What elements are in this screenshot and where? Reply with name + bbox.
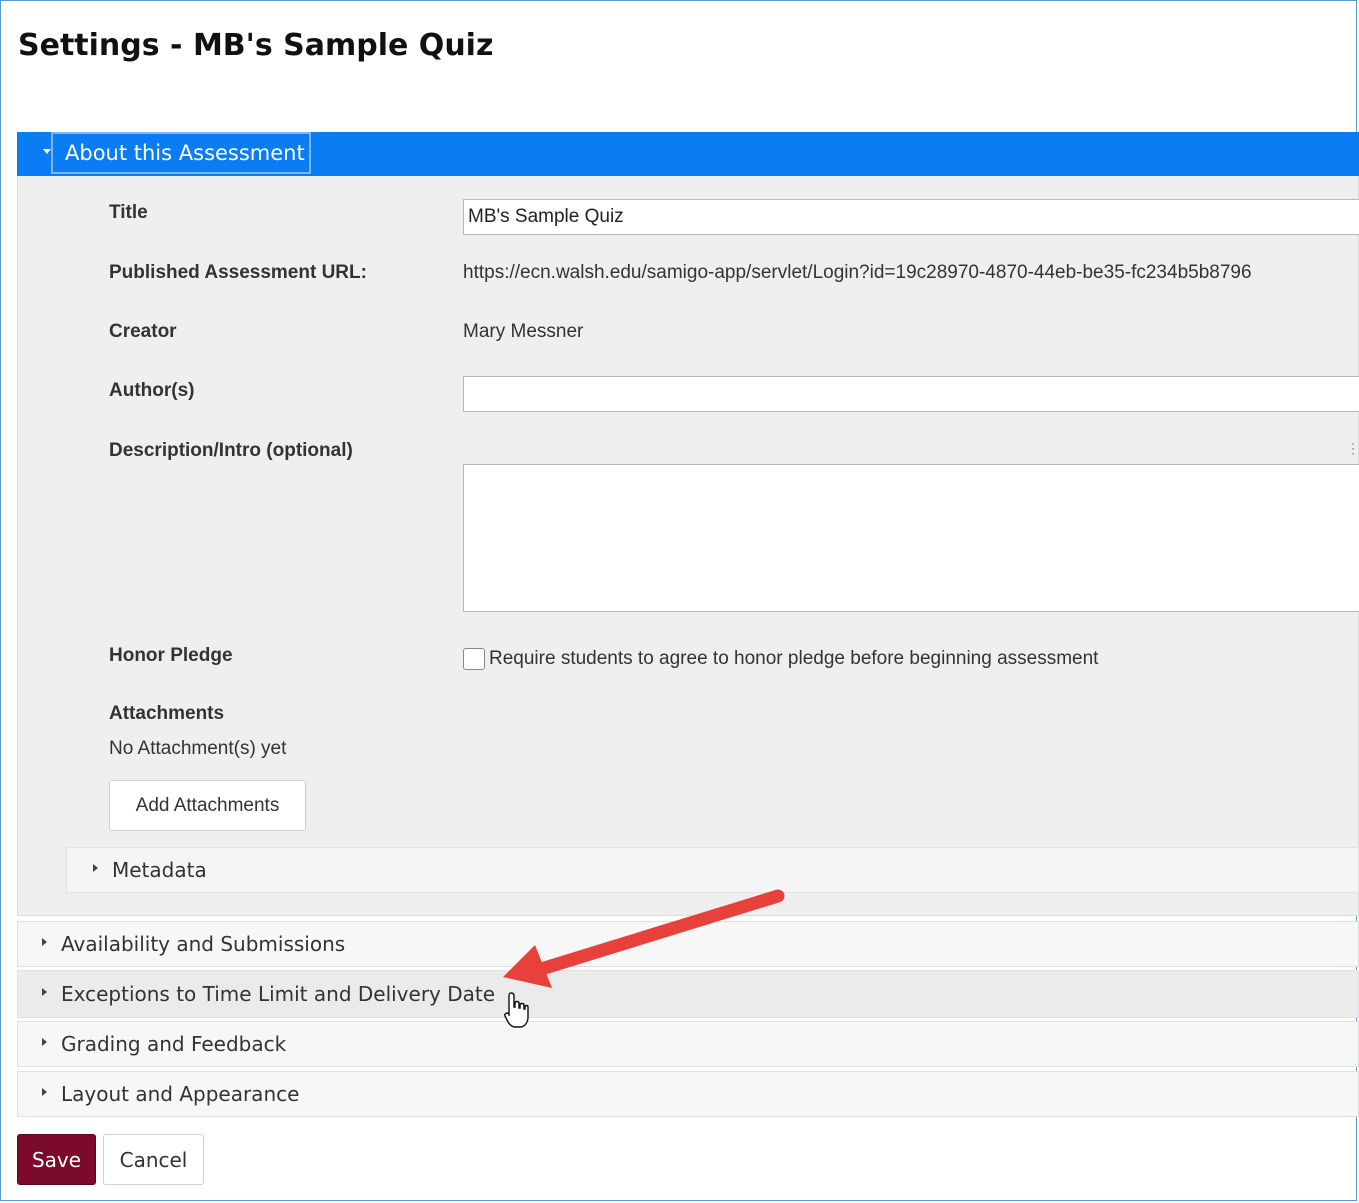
- creator-label: Creator: [109, 321, 177, 342]
- about-panel-toggle[interactable]: About this Assessment: [43, 132, 311, 174]
- metadata-toggle[interactable]: Metadata: [66, 847, 1359, 893]
- section-exceptions[interactable]: Exceptions to Time Limit and Delivery Da…: [17, 970, 1359, 1018]
- add-attachments-button[interactable]: Add Attachments: [109, 780, 306, 831]
- metadata-label: Metadata: [112, 858, 207, 882]
- save-button[interactable]: Save: [17, 1134, 96, 1185]
- creator-value: Mary Messner: [463, 321, 584, 342]
- section-layout-label: Layout and Appearance: [61, 1082, 300, 1106]
- section-availability[interactable]: Availability and Submissions: [17, 921, 1359, 967]
- authors-label: Author(s): [109, 380, 195, 401]
- honor-pledge-checkbox[interactable]: [463, 648, 485, 670]
- section-availability-label: Availability and Submissions: [61, 932, 346, 956]
- title-label: Title: [109, 202, 148, 223]
- about-panel-header: About this Assessment: [17, 132, 1359, 176]
- attachments-status: No Attachment(s) yet: [109, 738, 287, 759]
- caret-right-icon: [42, 938, 47, 946]
- description-label: Description/Intro (optional): [109, 440, 353, 461]
- caret-right-icon: [42, 988, 47, 996]
- url-value: https://ecn.walsh.edu/samigo-app/servlet…: [463, 262, 1252, 283]
- caret-right-icon: [42, 1038, 47, 1046]
- caret-down-icon: [43, 149, 51, 154]
- honor-pledge-checkbox-label[interactable]: Require students to agree to honor pledg…: [489, 648, 1098, 670]
- caret-right-icon: [42, 1088, 47, 1096]
- cancel-button[interactable]: Cancel: [103, 1134, 204, 1185]
- about-panel-title: About this Assessment: [65, 141, 305, 165]
- attachments-label: Attachments: [109, 703, 225, 724]
- honor-pledge-label: Honor Pledge: [109, 645, 233, 666]
- authors-input[interactable]: [463, 376, 1359, 412]
- section-layout[interactable]: Layout and Appearance: [17, 1071, 1359, 1117]
- section-grading-label: Grading and Feedback: [61, 1032, 287, 1056]
- title-input[interactable]: [463, 199, 1359, 235]
- page-title: Settings - MB's Sample Quiz: [18, 28, 494, 63]
- description-textarea[interactable]: [463, 464, 1359, 612]
- resize-handle-icon[interactable]: ⋮: [1346, 440, 1359, 457]
- section-exceptions-label: Exceptions to Time Limit and Delivery Da…: [61, 982, 496, 1006]
- caret-right-icon: [93, 864, 98, 872]
- section-grading[interactable]: Grading and Feedback: [17, 1021, 1359, 1067]
- url-label: Published Assessment URL:: [109, 262, 367, 283]
